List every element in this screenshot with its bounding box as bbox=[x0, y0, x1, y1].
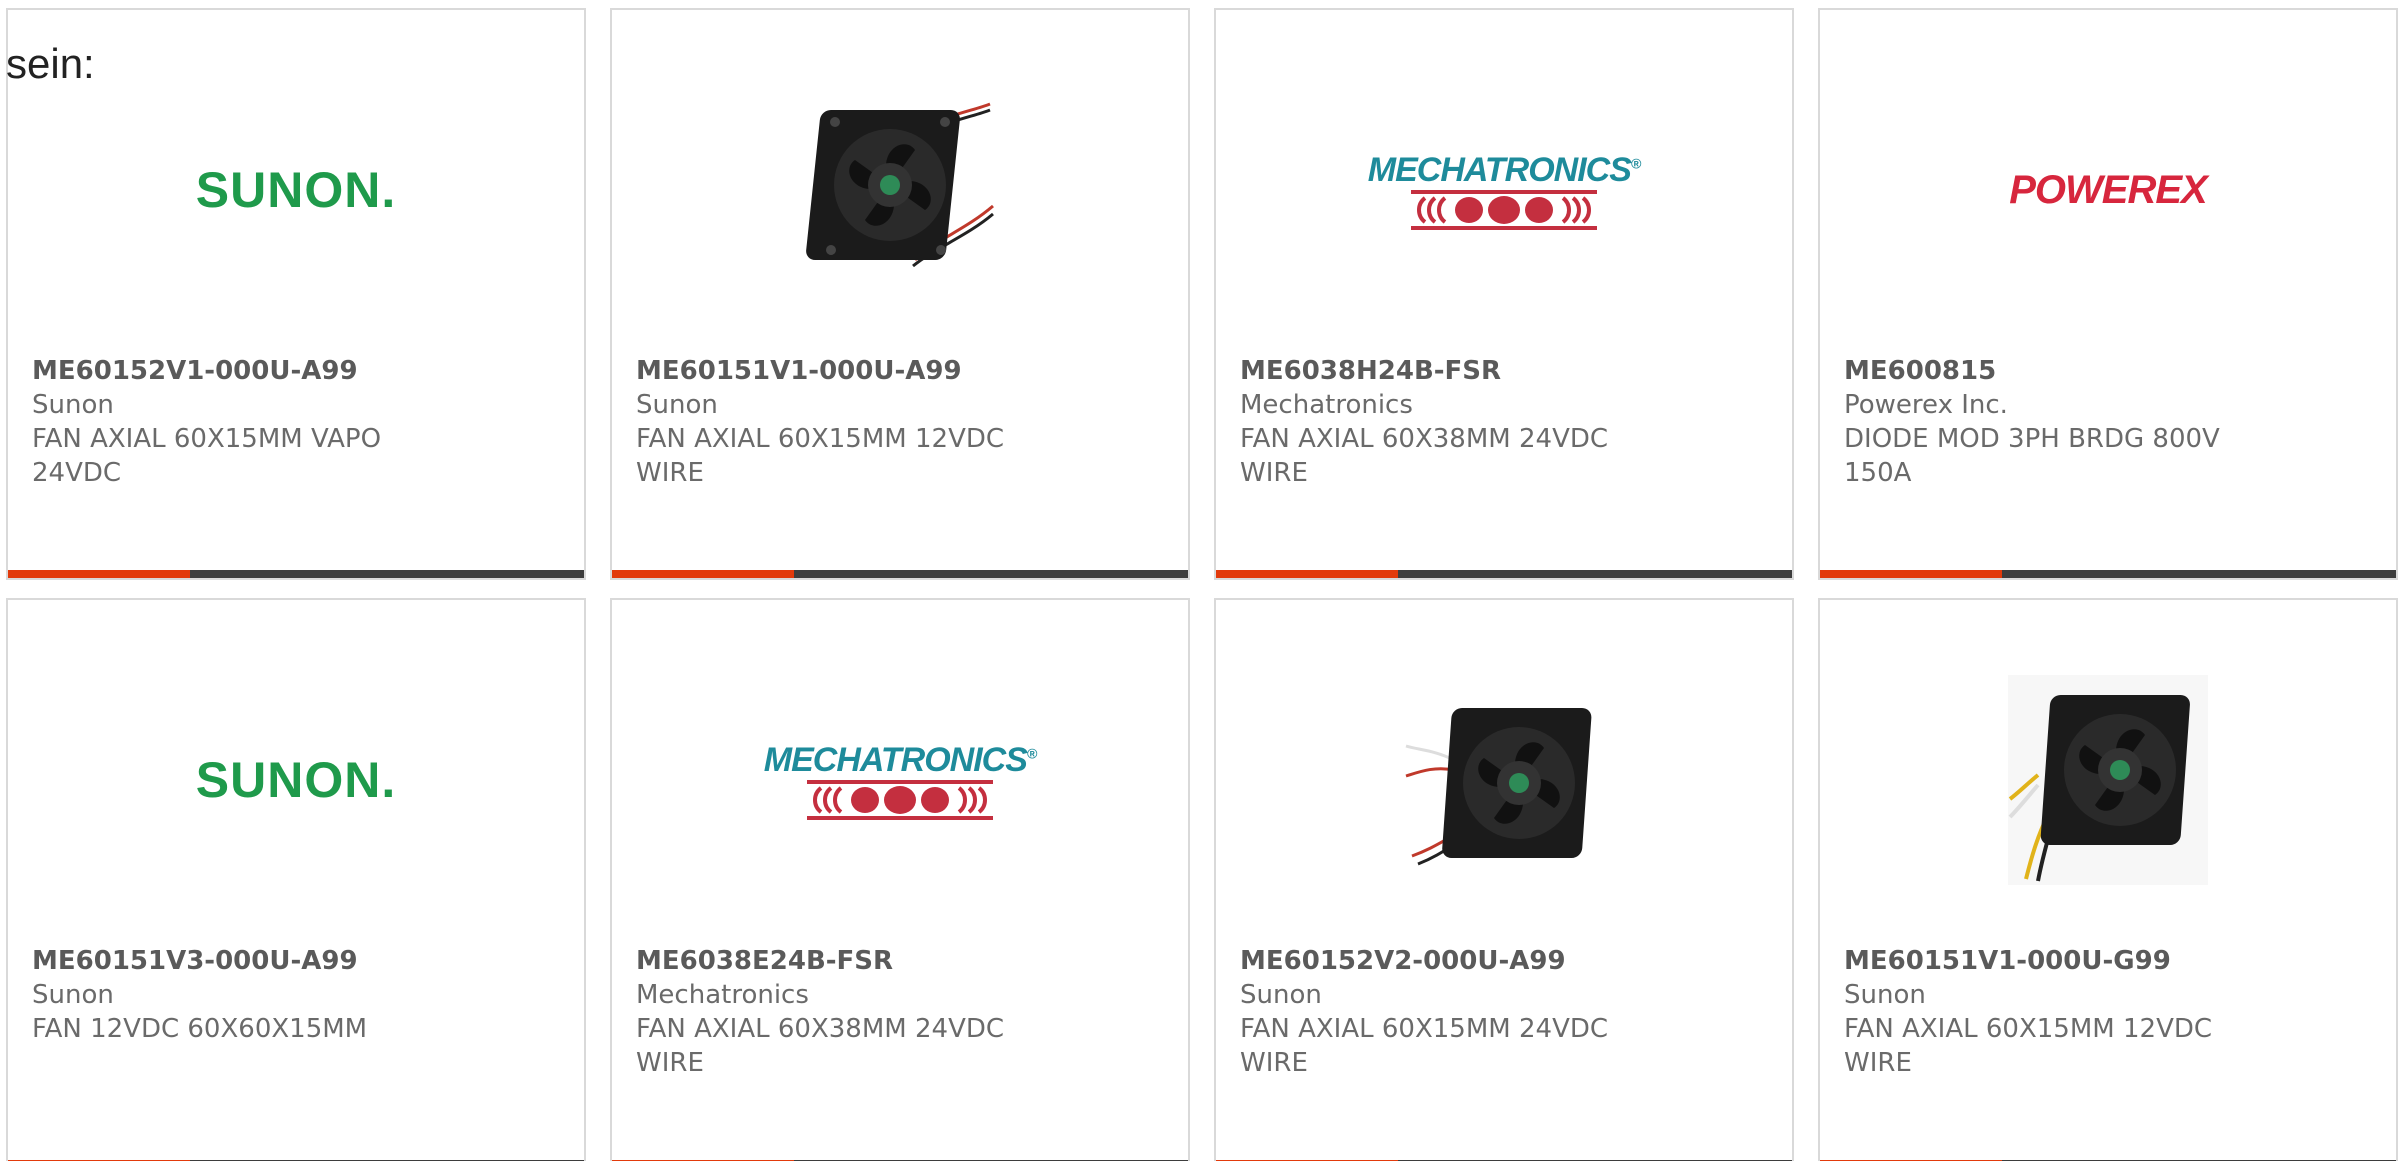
fan-photo bbox=[806, 102, 994, 268]
card-bottom-bar bbox=[8, 570, 584, 578]
part-number[interactable]: ME60151V3-000U-A99 bbox=[32, 944, 560, 978]
product-card[interactable]: ME60151V1-000U-G99 Sunon FAN AXIAL 60X15… bbox=[1818, 598, 2398, 1161]
description: FAN AXIAL 60X15MM 12VDC WIRE bbox=[1844, 1014, 2213, 1078]
description: FAN AXIAL 60X15MM 24VDC WIRE bbox=[1240, 1014, 1609, 1078]
mechatronics-mark-icon bbox=[807, 779, 993, 820]
product-image[interactable] bbox=[1820, 660, 2396, 900]
mechatronics-logo: MECHATRONICS® bbox=[764, 741, 1037, 820]
product-image[interactable] bbox=[1216, 660, 1792, 900]
product-image[interactable]: POWEREX bbox=[1820, 70, 2396, 310]
product-image[interactable]: MECHATRONICS® bbox=[612, 660, 1188, 900]
sunon-logo: SUNON. bbox=[195, 162, 397, 218]
part-number[interactable]: ME60152V2-000U-A99 bbox=[1240, 944, 1768, 978]
manufacturer: Sunon bbox=[636, 390, 718, 420]
product-card[interactable]: SUNON. ME60151V3-000U-A99 Sunon FAN 12VD… bbox=[6, 598, 586, 1161]
product-card[interactable]: POWEREX ME600815 Powerex Inc. DIODE MOD … bbox=[1818, 8, 2398, 580]
part-number[interactable]: ME6038E24B-FSR bbox=[636, 944, 1164, 978]
product-card[interactable]: ME60151V1-000U-A99 Sunon FAN AXIAL 60X15… bbox=[610, 8, 1190, 580]
fan-photo bbox=[2008, 675, 2208, 885]
description: FAN AXIAL 60X38MM 24VDC WIRE bbox=[1240, 424, 1609, 488]
card-bottom-bar bbox=[1820, 570, 2396, 578]
product-card[interactable]: MECHATRONICS® ME6038H24B-FSR Mechatronic… bbox=[1214, 8, 1794, 580]
product-image[interactable]: MECHATRONICS® bbox=[1216, 70, 1792, 310]
description: FAN AXIAL 60X38MM 24VDC WIRE bbox=[636, 1014, 1005, 1078]
card-accent-bar bbox=[8, 570, 190, 578]
card-bottom-bar bbox=[1216, 570, 1792, 578]
part-number[interactable]: ME6038H24B-FSR bbox=[1240, 354, 1768, 388]
manufacturer: Mechatronics bbox=[636, 980, 809, 1010]
sunon-logo: SUNON. bbox=[195, 752, 397, 808]
fan-photo bbox=[1405, 708, 1592, 866]
description: FAN AXIAL 60X15MM VAPO 24VDC bbox=[32, 424, 382, 488]
manufacturer: Sunon bbox=[1240, 980, 1322, 1010]
card-accent-bar bbox=[1216, 570, 1398, 578]
product-image[interactable]: SUNON. bbox=[8, 660, 584, 900]
manufacturer: Mechatronics bbox=[1240, 390, 1413, 420]
manufacturer: Sunon bbox=[32, 390, 114, 420]
manufacturer: Sunon bbox=[32, 980, 114, 1010]
part-number[interactable]: ME60151V1-000U-A99 bbox=[636, 354, 1164, 388]
mechatronics-logo: MECHATRONICS® bbox=[1368, 151, 1641, 230]
card-bottom-bar bbox=[612, 570, 1188, 578]
product-card[interactable]: MECHATRONICS® ME6038E24B-FSR Mechatronic… bbox=[610, 598, 1190, 1161]
mechatronics-mark-icon bbox=[1411, 189, 1597, 230]
part-number[interactable]: ME60151V1-000U-G99 bbox=[1844, 944, 2372, 978]
manufacturer: Sunon bbox=[1844, 980, 1926, 1010]
description: FAN AXIAL 60X15MM 12VDC WIRE bbox=[636, 424, 1005, 488]
powerex-logo: POWEREX bbox=[2009, 167, 2207, 212]
part-number[interactable]: ME60152V1-000U-A99 bbox=[32, 354, 560, 388]
card-accent-bar bbox=[1820, 570, 2002, 578]
product-card[interactable]: ME60152V2-000U-A99 Sunon FAN AXIAL 60X15… bbox=[1214, 598, 1794, 1161]
description: FAN 12VDC 60X60X15MM bbox=[32, 1014, 368, 1044]
product-card[interactable]: SUNON. ME60152V1-000U-A99 Sunon FAN AXIA… bbox=[6, 8, 586, 580]
manufacturer: Powerex Inc. bbox=[1844, 390, 2008, 420]
product-image[interactable]: SUNON. bbox=[8, 70, 584, 310]
intro-text: sein: bbox=[6, 40, 95, 87]
product-image[interactable] bbox=[612, 70, 1188, 310]
card-accent-bar bbox=[612, 570, 794, 578]
description: DIODE MOD 3PH BRDG 800V 150A bbox=[1844, 424, 2220, 488]
part-number[interactable]: ME600815 bbox=[1844, 354, 2372, 388]
